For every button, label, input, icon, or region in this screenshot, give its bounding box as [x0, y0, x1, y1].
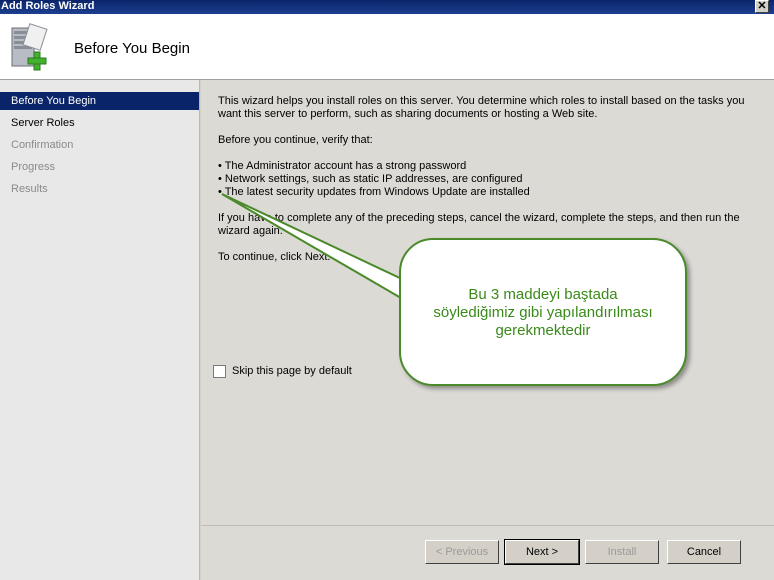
previous-button[interactable]: < Previous	[425, 540, 499, 564]
next-button[interactable]: Next >	[504, 539, 580, 565]
callout-line-2: söylediğimiz gibi yapılandırılması	[433, 304, 653, 321]
callout-text: Bu 3 maddeyi baştada söylediğimiz gibi y…	[401, 286, 685, 340]
cancel-button[interactable]: Cancel	[667, 540, 741, 564]
annotation-callout: Bu 3 maddeyi baştada söylediğimiz gibi y…	[399, 238, 687, 386]
callout-line-3: gerekmektedir	[495, 322, 591, 339]
callout-line-1: Bu 3 maddeyi baştada	[468, 286, 618, 303]
install-button[interactable]: Install	[585, 540, 659, 564]
